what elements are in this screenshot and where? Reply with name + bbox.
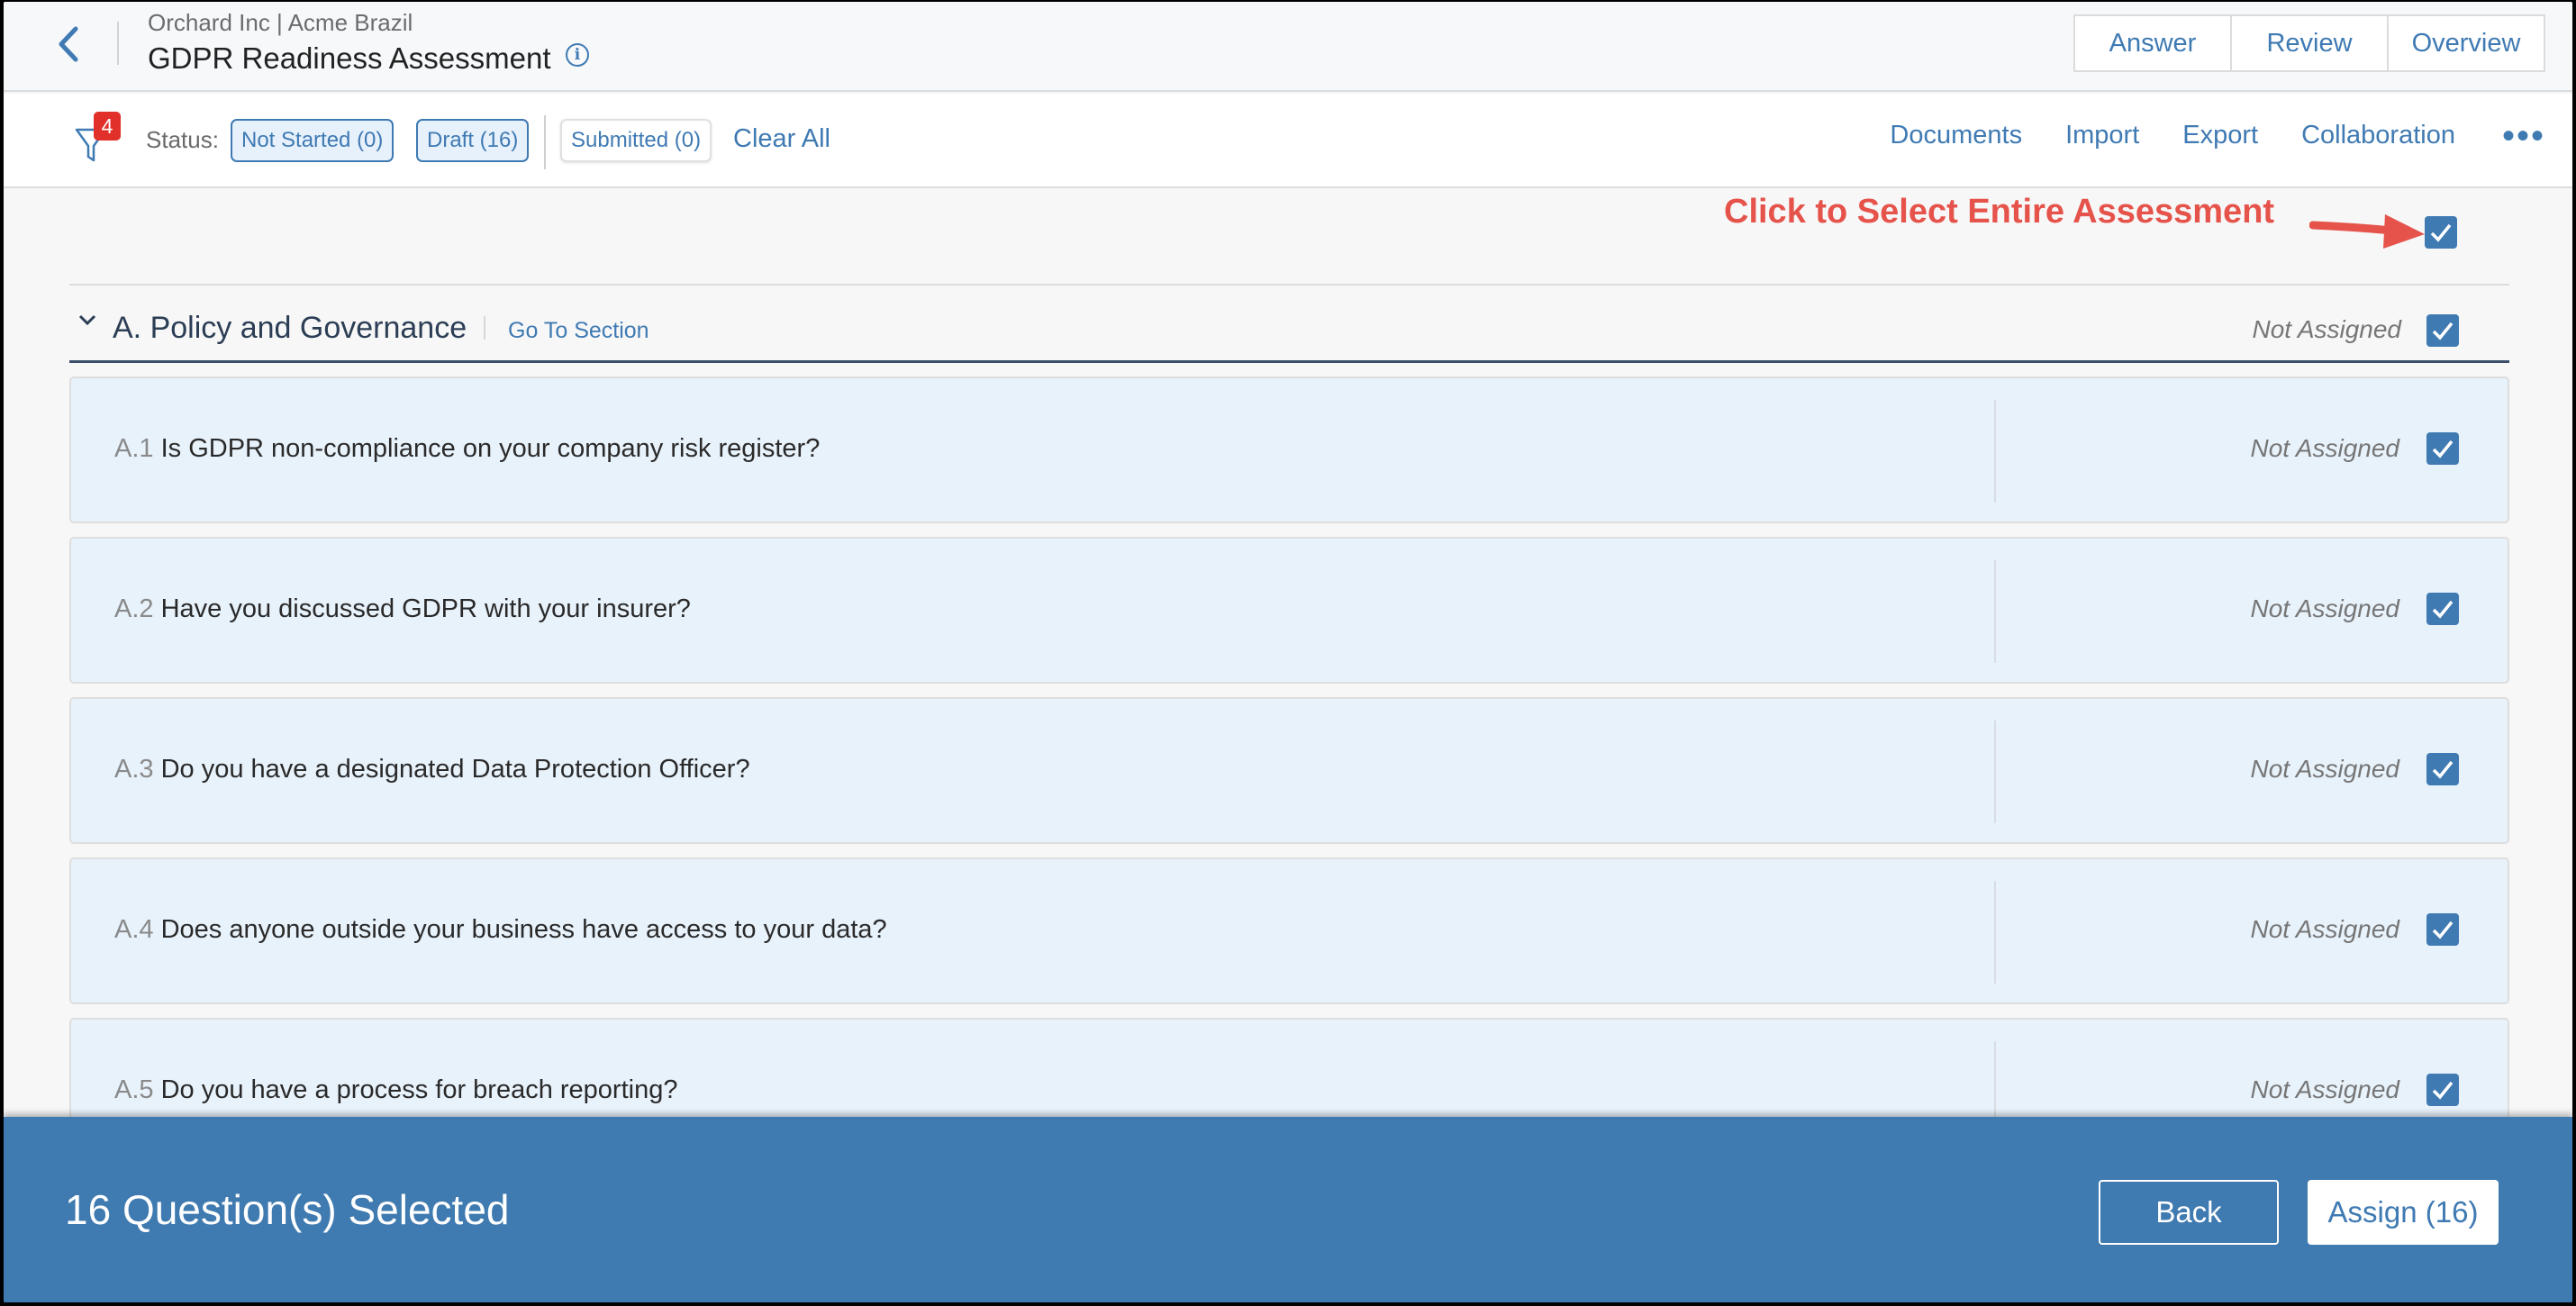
annotation-arrow-icon	[2309, 214, 2425, 249]
question-row[interactable]: A.4 Does anyone outside your business ha…	[69, 857, 2509, 1004]
action-links: Documents Import Export Collaboration ••…	[1846, 118, 2545, 154]
back-button[interactable]	[50, 22, 86, 67]
section-header: A. Policy and Governance Go To Section N…	[69, 286, 2509, 363]
go-to-section-link[interactable]: Go To Section	[508, 318, 649, 344]
tab-review[interactable]: Review	[2232, 16, 2389, 70]
question-number: A.3	[114, 755, 154, 784]
question-label: Does anyone outside your business have a…	[160, 915, 887, 944]
question-number: A.1	[114, 434, 154, 463]
question-checkbox[interactable]	[2426, 593, 2459, 625]
question-checkbox[interactable]	[2426, 753, 2459, 785]
question-number: A.2	[114, 594, 154, 623]
filter-count-badge: 4	[94, 112, 121, 141]
collaboration-link[interactable]: Collaboration	[2301, 121, 2455, 150]
checkmark-icon	[2432, 921, 2454, 939]
question-checkbox[interactable]	[2426, 1074, 2459, 1106]
question-label: Do you have a process for breach reporti…	[160, 1075, 678, 1104]
section-checkbox[interactable]	[2426, 314, 2459, 347]
page-title: GDPR Readiness Assessment	[148, 41, 551, 75]
question-text: A.2 Have you discussed GDPR with your in…	[114, 594, 691, 624]
question-text: A.5 Do you have a process for breach rep…	[114, 1075, 677, 1105]
question-checkbox[interactable]	[2426, 432, 2459, 465]
question-row[interactable]: A.3 Do you have a designated Data Protec…	[69, 697, 2509, 844]
question-row[interactable]: A.1 Is GDPR non-compliance on your compa…	[69, 376, 2509, 523]
checkmark-icon	[2430, 223, 2452, 242]
chip-submitted[interactable]: Submitted (0)	[560, 119, 712, 162]
question-assignee: Not Assigned	[2250, 915, 2400, 943]
question-assignee: Not Assigned	[2250, 1075, 2400, 1103]
section-divider	[484, 316, 485, 340]
import-link[interactable]: Import	[2065, 121, 2139, 150]
assign-button[interactable]: Assign (16)	[2308, 1180, 2499, 1245]
filter-bar: 4 Status: Not Started (0) Draft (16) Sub…	[4, 94, 2572, 188]
chip-draft[interactable]: Draft (16)	[416, 119, 530, 162]
checkmark-icon	[2432, 1081, 2454, 1100]
checkmark-icon	[2432, 322, 2454, 340]
question-label: Have you discussed GDPR with your insure…	[160, 594, 691, 623]
tab-answer[interactable]: Answer	[2075, 16, 2232, 70]
selected-count: 16 Question(s) Selected	[65, 1186, 510, 1233]
annotation-callout: Click to Select Entire Assessment	[1724, 193, 2275, 231]
question-number: A.4	[114, 915, 154, 944]
export-link[interactable]: Export	[2182, 121, 2258, 150]
status-label: Status:	[146, 126, 219, 153]
row-divider	[1994, 881, 1996, 984]
question-assignee: Not Assigned	[2250, 755, 2400, 783]
row-divider	[1994, 560, 1996, 663]
question-label: Is GDPR non-compliance on your company r…	[160, 434, 821, 463]
checkmark-icon	[2432, 440, 2454, 458]
question-assignee: Not Assigned	[2250, 434, 2400, 462]
question-number: A.5	[114, 1075, 154, 1104]
question-checkbox[interactable]	[2426, 913, 2459, 946]
chip-not-started[interactable]: Not Started (0)	[231, 119, 395, 162]
section-assignee: Not Assigned	[2252, 315, 2402, 343]
question-label: Do you have a designated Data Protection…	[160, 755, 750, 784]
question-text: A.3 Do you have a designated Data Protec…	[114, 755, 750, 785]
row-divider	[1994, 721, 1996, 823]
app-frame: Orchard Inc | Acme Brazil GDPR Readiness…	[4, 2, 2572, 1302]
question-text: A.4 Does anyone outside your business ha…	[114, 915, 887, 945]
select-entire-assessment-checkbox[interactable]	[2425, 216, 2457, 249]
question-row[interactable]: A.2 Have you discussed GDPR with your in…	[69, 537, 2509, 684]
view-tabs: Answer Review Overview	[2073, 14, 2545, 72]
info-icon[interactable]: i	[566, 43, 589, 67]
tab-overview[interactable]: Overview	[2389, 16, 2544, 70]
checkmark-icon	[2432, 760, 2454, 779]
chip-divider	[544, 115, 546, 169]
page-header: Orchard Inc | Acme Brazil GDPR Readiness…	[4, 2, 2572, 92]
question-assignee: Not Assigned	[2250, 594, 2400, 622]
header-divider	[117, 22, 119, 65]
question-text: A.1 Is GDPR non-compliance on your compa…	[114, 434, 820, 464]
section-title: A. Policy and Governance	[113, 311, 467, 345]
chevron-down-icon[interactable]	[77, 311, 98, 329]
breadcrumb: Orchard Inc | Acme Brazil	[148, 9, 413, 36]
clear-all-link[interactable]: Clear All	[733, 124, 830, 154]
row-divider	[1994, 400, 1996, 503]
chevron-left-icon	[59, 26, 78, 62]
more-options-icon[interactable]: •••	[2502, 118, 2545, 154]
back-button-footer[interactable]: Back	[2099, 1180, 2279, 1245]
documents-link[interactable]: Documents	[1890, 121, 2022, 150]
selection-action-bar: 16 Question(s) Selected Back Assign (16)	[4, 1117, 2572, 1302]
checkmark-icon	[2432, 600, 2454, 619]
